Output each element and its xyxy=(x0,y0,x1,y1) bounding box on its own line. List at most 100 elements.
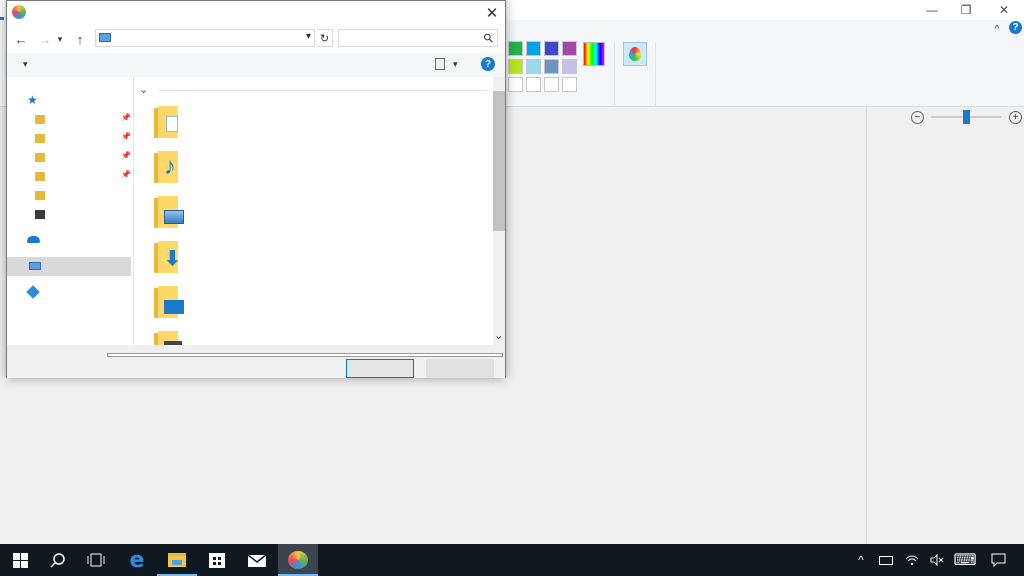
vertical-scrollbar[interactable]: ⌄ xyxy=(493,77,505,345)
network-item[interactable] xyxy=(7,283,131,302)
color-swatch[interactable] xyxy=(526,59,541,74)
this-pc-item[interactable] xyxy=(7,257,131,276)
dialog-close-button[interactable]: ✕ xyxy=(479,1,505,25)
chevron-down-icon: ▾ xyxy=(453,59,458,69)
color-swatch[interactable] xyxy=(508,41,523,56)
store-button[interactable] xyxy=(197,544,237,576)
back-button[interactable]: ← xyxy=(11,29,31,49)
color-swatch[interactable] xyxy=(562,41,577,56)
download-arrow-icon: ⬇ xyxy=(164,248,181,270)
view-dropdown[interactable]: ▾ xyxy=(453,59,458,70)
task-view-button[interactable] xyxy=(76,544,116,576)
refresh-button[interactable]: ↻ xyxy=(317,29,333,47)
taskbar: e ^ ⌨ xyxy=(0,544,1024,576)
videos-folder-icon xyxy=(35,210,45,219)
battery-icon[interactable] xyxy=(877,544,895,576)
open-button[interactable] xyxy=(346,359,414,378)
edit-colors-button[interactable] xyxy=(583,42,605,66)
color-swatch[interactable] xyxy=(562,59,577,74)
paint-taskbar-button[interactable] xyxy=(278,544,318,576)
pin-icon: 📌 xyxy=(121,113,131,122)
pictures-folder-icon xyxy=(35,172,45,181)
onedrive-item[interactable] xyxy=(7,232,131,251)
color-swatch[interactable] xyxy=(526,41,541,56)
color-palette xyxy=(508,41,580,93)
music-folder-icon xyxy=(35,191,45,200)
quick-access-music[interactable] xyxy=(7,187,131,206)
keyboard-icon: ⌨ xyxy=(953,552,977,569)
documents-folder-icon xyxy=(35,153,45,162)
zoom-slider-thumb[interactable] xyxy=(963,110,970,124)
folder-icon xyxy=(168,553,186,567)
chevron-down-icon: ▾ xyxy=(305,31,311,42)
scroll-down-button[interactable]: ⌄ xyxy=(494,329,503,342)
color-swatch[interactable] xyxy=(508,59,523,74)
file-type-dropdown[interactable] xyxy=(107,353,503,357)
search-button[interactable] xyxy=(38,544,78,576)
paint-3d-button[interactable] xyxy=(623,42,647,66)
arrow-left-icon: ← xyxy=(14,31,28,47)
chevron-down-icon: ⌄ xyxy=(494,330,504,342)
color-swatch[interactable] xyxy=(544,59,559,74)
chevron-down-icon: ▾ xyxy=(23,59,28,69)
restore-button[interactable]: ❐ xyxy=(950,0,982,20)
zoom-out-button[interactable]: − xyxy=(911,111,924,124)
color-swatch[interactable] xyxy=(508,77,523,92)
section-divider xyxy=(159,90,487,91)
search-input[interactable]: ⚲ xyxy=(338,29,498,47)
file-explorer-button[interactable] xyxy=(157,544,197,576)
quick-access-desktop[interactable]: 📌 xyxy=(7,111,131,130)
touch-keyboard-button[interactable]: ⌨ xyxy=(953,544,977,576)
action-center-button[interactable] xyxy=(988,544,1008,576)
search-icon xyxy=(50,553,65,568)
close-button[interactable]: ✕ xyxy=(988,0,1020,20)
scrollbar-thumb[interactable] xyxy=(493,91,505,231)
quick-access-pictures[interactable]: 📌 xyxy=(7,168,131,187)
minimize-button[interactable]: — xyxy=(916,0,948,20)
mail-button[interactable] xyxy=(237,544,277,576)
notification-icon xyxy=(991,553,1005,567)
zoom-in-button[interactable]: + xyxy=(1009,111,1022,124)
start-button[interactable] xyxy=(0,544,40,576)
help-icon: ? xyxy=(484,58,492,70)
desktop-folder[interactable] xyxy=(154,286,184,318)
view-options-icon[interactable] xyxy=(435,58,445,70)
documents-folder[interactable] xyxy=(154,106,184,138)
color-swatch[interactable] xyxy=(526,77,541,92)
color-swatch[interactable] xyxy=(562,77,577,92)
pictures-folder[interactable] xyxy=(154,196,184,228)
color-swatch[interactable] xyxy=(544,77,559,92)
forward-button[interactable]: → xyxy=(35,29,55,49)
collapse-ribbon-button[interactable]: ^ xyxy=(990,22,1004,36)
quick-access-videos[interactable] xyxy=(7,206,131,225)
refresh-icon: ↻ xyxy=(319,32,330,45)
recent-locations-button[interactable]: ▾ xyxy=(55,29,65,49)
star-icon: ★ xyxy=(27,93,38,107)
store-bag-icon xyxy=(209,552,225,568)
this-pc-icon xyxy=(29,262,41,270)
quick-access-item[interactable]: ★ xyxy=(7,92,131,111)
color-swatch[interactable] xyxy=(544,41,559,56)
music-note-icon: ♪ xyxy=(164,153,176,180)
downloads-folder[interactable]: ⬇ xyxy=(154,241,184,273)
network-icon xyxy=(26,285,40,299)
section-collapse-chevron[interactable]: ⌄ xyxy=(139,83,148,96)
edge-button[interactable]: e xyxy=(117,544,157,576)
help-button[interactable]: ? xyxy=(1009,21,1022,34)
show-hidden-icons-button[interactable]: ^ xyxy=(852,544,870,576)
dialog-toolbar: ▾ ▾ ? xyxy=(7,53,505,77)
cancel-button[interactable] xyxy=(426,359,494,378)
organize-dropdown[interactable]: ▾ xyxy=(23,59,28,70)
quick-access-documents[interactable]: 📌 xyxy=(7,149,131,168)
dialog-help-button[interactable]: ? xyxy=(481,57,495,71)
videos-folder[interactable] xyxy=(154,331,184,345)
volume-muted-icon[interactable] xyxy=(928,544,946,576)
up-button[interactable]: ↑ xyxy=(70,29,90,49)
address-bar[interactable]: ▾ xyxy=(95,29,315,47)
address-dropdown-button[interactable]: ▾ xyxy=(306,31,311,42)
music-folder[interactable]: ♪ xyxy=(154,151,184,183)
onedrive-icon xyxy=(27,236,40,243)
open-file-dialog: ✕ ← → ▾ ↑ ▾ ↻ ⚲ ▾ ▾ ? ★ 📌 📌 📌 📌 ⌄ ♪ ⬇ ⌄ xyxy=(6,0,506,378)
wifi-icon[interactable] xyxy=(903,544,921,576)
quick-access-downloads[interactable]: 📌 xyxy=(7,130,131,149)
